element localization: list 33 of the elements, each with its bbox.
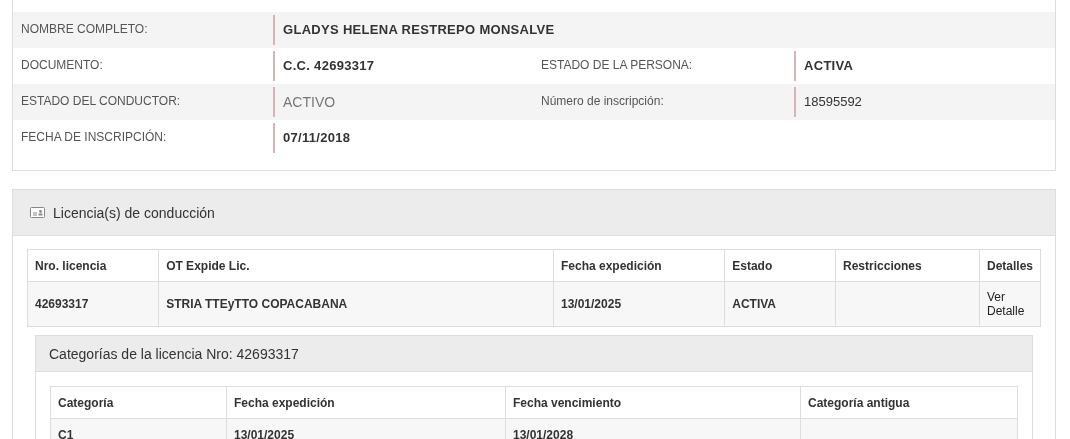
column-header: OT Expide Lic.	[158, 249, 554, 282]
column-header: Estado	[724, 249, 836, 282]
column-header: Fecha vencimiento	[505, 386, 801, 419]
column-header: Categoría antigua	[800, 386, 1018, 419]
field-label: DOCUMENTO:	[20, 57, 104, 74]
categories-title: Categorías de la licencia Nro: 42693317	[36, 336, 1032, 372]
field-label: NOMBRE COMPLETO:	[20, 21, 149, 38]
column-header: Fecha expedición	[553, 249, 725, 282]
table-cell: ACTIVA	[724, 281, 836, 327]
table-cell: 42693317	[27, 281, 159, 327]
field-value: ACTIVA	[794, 51, 1055, 81]
table-cell: STRIA TTEyTTO COPACABANA	[158, 281, 554, 327]
table-cell: C1	[50, 418, 227, 439]
field-value: 07/11/2018	[273, 123, 533, 153]
field-value: C.C. 42693317	[273, 51, 533, 81]
details-link[interactable]: Ver Detalle	[979, 281, 1041, 327]
table-cell: 13/01/2025	[553, 281, 725, 327]
column-header: Restricciones	[835, 249, 980, 282]
id-card-icon	[30, 207, 45, 218]
field-value: 18595592	[794, 87, 1055, 117]
column-header: Detalles	[979, 249, 1041, 282]
field-value: ACTIVO	[273, 87, 533, 117]
column-header: Nro. licencia	[27, 249, 159, 282]
field-value: GLADYS HELENA RESTREPO MONSALVE	[273, 15, 1055, 45]
column-header: Categoría	[50, 386, 227, 419]
column-header: Fecha expedición	[226, 386, 506, 419]
field-label: FECHA DE INSCRIPCIÓN:	[20, 128, 168, 146]
field-label: ESTADO DE LA PERSONA:	[540, 57, 694, 74]
field-label: ESTADO DEL CONDUCTOR:	[20, 93, 182, 110]
table-cell: 13/01/2025	[226, 418, 506, 439]
table-cell: 13/01/2028	[505, 418, 801, 439]
field-label: Número de inscripción:	[540, 93, 665, 110]
panel-title: Licencia(s) de conducción	[53, 204, 215, 221]
